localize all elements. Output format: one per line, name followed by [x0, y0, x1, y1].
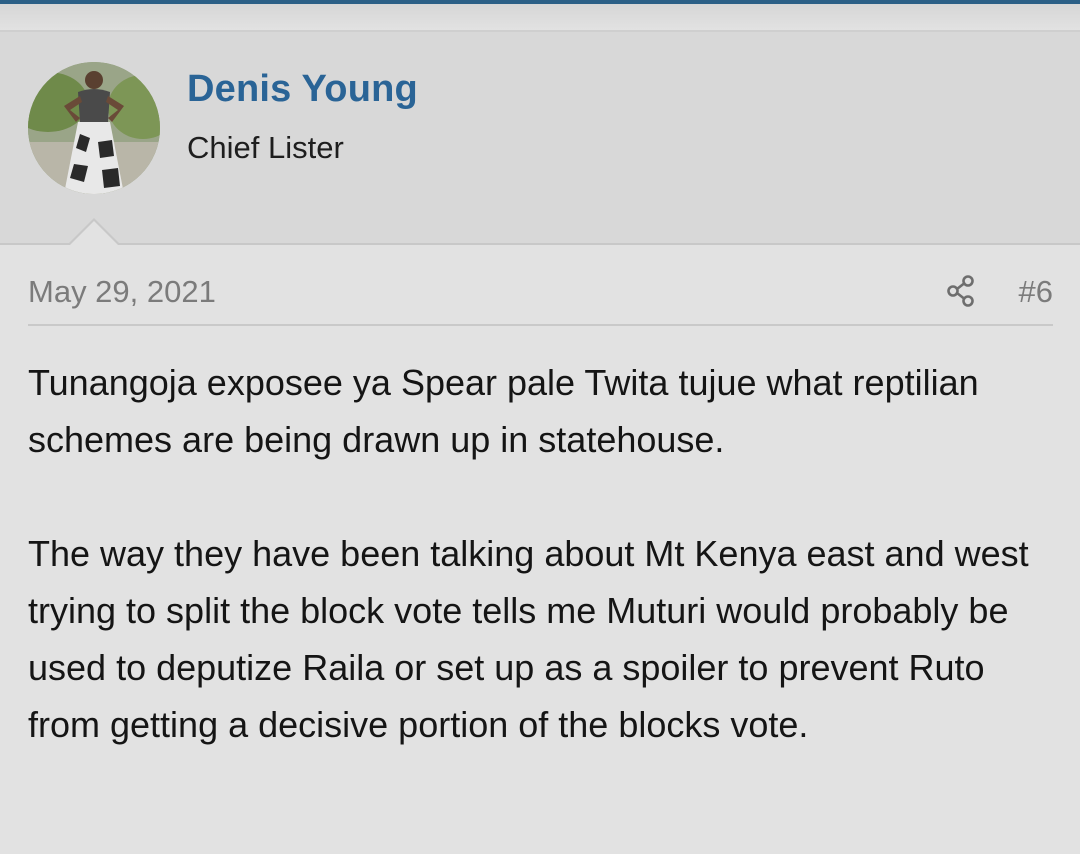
user-block-pointer-fill: [70, 221, 118, 245]
post-date-link[interactable]: May 29, 2021: [28, 274, 216, 310]
post-body: Tunangoja exposee ya Spear pale Twita tu…: [28, 354, 1058, 753]
post-user-block: Denis Young Chief Lister: [0, 30, 1080, 245]
user-avatar[interactable]: [28, 62, 160, 194]
user-title: Chief Lister: [187, 130, 344, 165]
post-meta-row: May 29, 2021 #6: [28, 270, 1053, 326]
header-shadow: [0, 4, 1080, 30]
username-link[interactable]: Denis Young: [187, 68, 418, 111]
user-avatar-photo-icon: [28, 62, 160, 194]
post-number-link[interactable]: #6: [1019, 274, 1053, 310]
post-paragraph: The way they have been talking about Mt …: [28, 533, 1029, 745]
share-icon[interactable]: [945, 274, 977, 308]
post-paragraph: Tunangoja exposee ya Spear pale Twita tu…: [28, 362, 979, 460]
